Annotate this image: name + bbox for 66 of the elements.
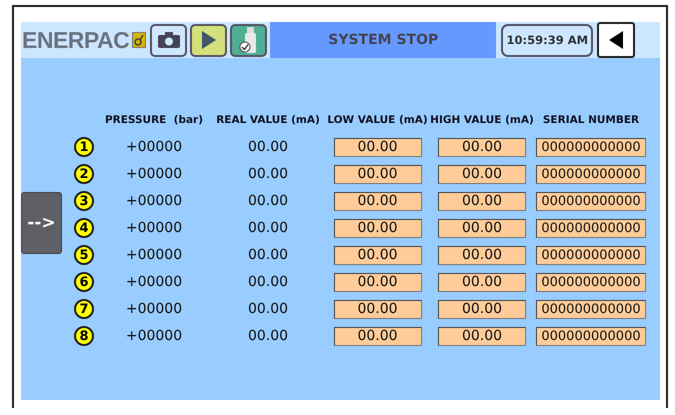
pressure-value: +00000 — [124, 193, 184, 209]
channel-number: 3 — [74, 191, 94, 211]
channel-number: 6 — [74, 272, 94, 292]
play-icon — [200, 30, 217, 50]
column-header: HIGH VALUE (mA) — [429, 114, 535, 126]
high-value-field[interactable]: 00.00 — [438, 138, 526, 156]
serial-number-field[interactable]: 000000000000 — [536, 218, 646, 238]
real-value: 00.00 — [246, 328, 290, 344]
channel-number: 7 — [74, 299, 94, 319]
high-value-field[interactable]: 00.00 — [438, 272, 526, 292]
column-header: LOW VALUE (mA) — [326, 114, 429, 126]
pressure-value: +00000 — [124, 301, 184, 317]
wrench-icon — [132, 32, 146, 48]
serial-number-field[interactable]: 000000000000 — [536, 138, 646, 156]
back-button[interactable] — [597, 22, 636, 58]
column-header: REAL VALUE (mA) — [215, 114, 321, 126]
serial-number-field[interactable]: 000000000000 — [536, 300, 646, 318]
column-header: SERIAL NUMBER — [542, 114, 640, 126]
pressure-value: +00000 — [124, 274, 184, 290]
pressure-value: +00000 — [124, 166, 184, 182]
pressure-value: +00000 — [124, 328, 184, 344]
real-value: 00.00 — [246, 247, 290, 263]
high-value-field[interactable]: 00.00 — [438, 192, 526, 210]
channel-number: 8 — [74, 326, 94, 346]
low-value-field[interactable]: 00.00 — [334, 246, 422, 264]
logo: ENERPAC — [22, 26, 130, 54]
real-value: 00.00 — [246, 301, 290, 317]
pressure-value: +00000 — [124, 220, 184, 236]
camera-icon — [156, 31, 181, 49]
high-value-field[interactable]: 00.00 — [438, 164, 526, 184]
channel-number: 4 — [74, 218, 94, 238]
low-value-field[interactable]: 00.00 — [334, 192, 422, 210]
channel-number: 2 — [74, 164, 94, 184]
back-icon — [608, 30, 624, 50]
serial-number-field[interactable]: 000000000000 — [536, 326, 646, 346]
channel-number: 1 — [74, 137, 94, 157]
low-value-field[interactable]: 00.00 — [334, 326, 422, 346]
high-value-field[interactable]: 00.00 — [438, 300, 526, 318]
low-value-field[interactable]: 00.00 — [334, 138, 422, 156]
real-value: 00.00 — [246, 220, 290, 236]
high-value-field[interactable]: 00.00 — [438, 246, 526, 264]
real-value: 00.00 — [246, 193, 290, 209]
low-value-field[interactable]: 00.00 — [334, 218, 422, 238]
real-value: 00.00 — [246, 166, 290, 182]
next-button[interactable]: --> — [21, 192, 62, 254]
low-value-field[interactable]: 00.00 — [334, 300, 422, 318]
channel-number: 5 — [74, 245, 94, 265]
serial-number-field[interactable]: 000000000000 — [536, 192, 646, 210]
low-value-field[interactable]: 00.00 — [334, 272, 422, 292]
serial-number-field[interactable]: 000000000000 — [536, 272, 646, 292]
high-value-field[interactable]: 00.00 — [438, 326, 526, 346]
serial-number-field[interactable]: 000000000000 — [536, 164, 646, 184]
real-value: 00.00 — [246, 274, 290, 290]
pressure-value: +00000 — [124, 139, 184, 155]
real-value: 00.00 — [246, 139, 290, 155]
camera-button[interactable] — [150, 24, 188, 56]
high-value-field[interactable]: 00.00 — [438, 218, 526, 238]
serial-number-field[interactable]: 000000000000 — [536, 246, 646, 264]
pressure-value: +00000 — [124, 247, 184, 263]
column-header: PRESSURE (bar) — [104, 114, 204, 126]
usb-drive-button[interactable] — [230, 24, 268, 56]
clock-button[interactable]: 10:59:39 AM — [501, 24, 594, 56]
play-button[interactable] — [190, 24, 228, 56]
low-value-field[interactable]: 00.00 — [334, 164, 422, 184]
usb-drive-icon — [238, 26, 259, 54]
status-bar: SYSTEM STOP — [270, 22, 496, 58]
